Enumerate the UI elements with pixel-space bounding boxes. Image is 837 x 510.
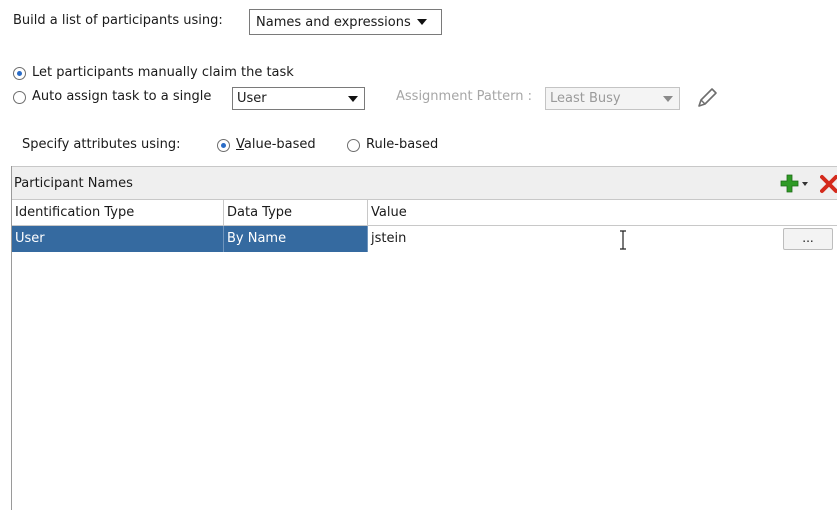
manual-claim-label: Let participants manually claim the task bbox=[32, 65, 294, 80]
value-based-label: Value-based bbox=[236, 137, 316, 153]
assignment-pattern-select[interactable]: Least Busy bbox=[545, 87, 680, 110]
column-header-identification-type[interactable]: Identification Type bbox=[12, 200, 224, 226]
delete-icon[interactable] bbox=[820, 174, 837, 194]
auto-assign-type-select[interactable]: User bbox=[232, 87, 365, 110]
assignment-pattern-value: Least Busy bbox=[550, 91, 621, 106]
dropdown-arrow-icon bbox=[348, 95, 358, 102]
add-icon[interactable] bbox=[780, 174, 810, 194]
participant-source-value: Names and expressions bbox=[256, 14, 411, 30]
specify-attributes-label: Specify attributes using: bbox=[22, 137, 181, 152]
text-cursor-icon bbox=[620, 230, 626, 250]
column-header-data-type[interactable]: Data Type bbox=[224, 200, 368, 226]
value-browse-button[interactable]: ... bbox=[783, 228, 833, 250]
auto-assign-type-value: User bbox=[237, 91, 267, 106]
radio-selected-dot bbox=[17, 71, 22, 76]
rule-based-label: Rule-based bbox=[366, 137, 439, 152]
assignment-pattern-label: Assignment Pattern : bbox=[396, 89, 532, 104]
value-based-label-rest: alue-based bbox=[243, 137, 316, 152]
participant-names-panel: Participant Names Identification Type Da… bbox=[11, 166, 837, 510]
cell-value-input[interactable]: jstein bbox=[368, 226, 778, 252]
dropdown-arrow-icon bbox=[663, 95, 673, 102]
build-list-label: Build a list of participants using: bbox=[13, 13, 223, 28]
panel-header: Participant Names bbox=[12, 166, 837, 200]
manual-claim-radio[interactable] bbox=[13, 67, 26, 80]
value-based-radio[interactable] bbox=[217, 139, 230, 152]
rule-based-radio[interactable] bbox=[347, 139, 360, 152]
panel-title: Participant Names bbox=[14, 176, 133, 191]
column-header-value[interactable]: Value bbox=[368, 200, 837, 226]
cell-data-type[interactable]: By Name bbox=[224, 226, 368, 252]
auto-assign-label: Auto assign task to a single bbox=[32, 89, 212, 104]
pencil-icon[interactable] bbox=[695, 86, 719, 110]
dropdown-arrow-icon bbox=[416, 19, 427, 25]
participant-source-select[interactable]: Names and expressions bbox=[249, 9, 442, 35]
radio-selected-dot bbox=[221, 143, 226, 148]
auto-assign-radio[interactable] bbox=[13, 91, 26, 104]
cell-identification-type[interactable]: User bbox=[12, 226, 224, 252]
value-based-mnemonic: V bbox=[236, 137, 244, 152]
